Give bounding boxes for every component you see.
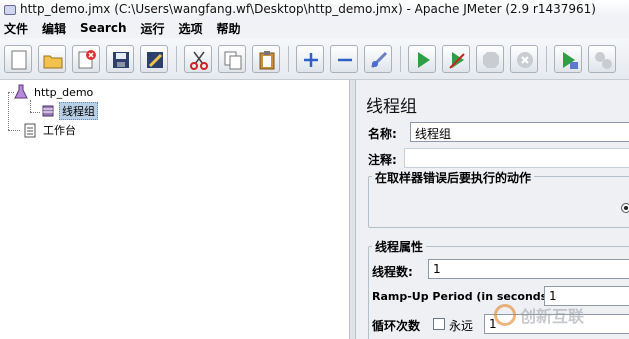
menu-options[interactable]: 选项 <box>179 20 203 37</box>
start-no-timers-icon <box>449 52 465 69</box>
collapse-icon <box>338 58 352 62</box>
toolbar <box>0 38 629 80</box>
forever-checkbox[interactable] <box>433 318 445 330</box>
jmeter-app-icon <box>2 2 16 16</box>
menu-edit[interactable]: 编辑 <box>42 20 66 37</box>
name-input[interactable]: 线程组 <box>410 122 629 142</box>
tree-item-label: 线程组 <box>59 102 98 120</box>
menu-bar: 文件 编辑 Search 运行 选项 帮助 <box>0 18 629 38</box>
toolbar-separator <box>546 46 547 72</box>
cut-icon <box>190 51 208 70</box>
spool-icon <box>40 103 56 119</box>
collapse-button[interactable] <box>330 45 358 73</box>
toolbar-separator <box>176 46 177 72</box>
open-button[interactable] <box>38 45 66 73</box>
flask-icon <box>13 84 29 100</box>
watermark-logo: 创新互联 <box>494 300 629 330</box>
menu-search[interactable]: Search <box>80 21 126 35</box>
menu-file[interactable]: 文件 <box>4 20 28 37</box>
loop-count-label: 循环次数 <box>372 319 421 333</box>
panel-title: 线程组 <box>366 97 417 117</box>
tree-item-label: 工作台 <box>43 124 76 137</box>
menu-run[interactable]: 运行 <box>140 20 164 37</box>
window-title: http_demo.jmx (C:\Users\wangfang.wf\Desk… <box>20 2 596 16</box>
tree-item-thread-group[interactable]: 线程组 <box>40 102 98 120</box>
toggle-button[interactable] <box>364 45 392 73</box>
tree-item-test-plan[interactable]: http_demo <box>0 83 95 101</box>
remote-start-button[interactable] <box>554 45 582 73</box>
tree-connector <box>30 100 31 112</box>
remote-stop-icon <box>595 52 612 69</box>
save-icon <box>113 52 129 68</box>
tree-item-label: http_demo <box>34 85 94 99</box>
save-as-button[interactable] <box>140 45 168 73</box>
watermark-text: 创新互联 <box>520 307 585 326</box>
on-error-radio[interactable] <box>621 203 629 213</box>
expand-button[interactable] <box>296 45 324 73</box>
stop-button[interactable] <box>476 45 504 73</box>
remote-start-icon <box>563 52 578 69</box>
new-button[interactable] <box>4 45 32 73</box>
shutdown-button[interactable] <box>510 45 538 73</box>
start-button[interactable] <box>408 45 436 73</box>
brand-mark-icon <box>494 304 516 326</box>
close-button[interactable] <box>72 45 100 73</box>
clipboard-icon <box>22 122 38 138</box>
shutdown-icon <box>517 52 533 68</box>
save-as-icon <box>147 52 163 68</box>
paste-button[interactable] <box>252 45 280 73</box>
toggle-icon <box>370 51 388 69</box>
threads-input[interactable]: 1 <box>428 259 629 279</box>
cut-button[interactable] <box>184 45 212 73</box>
toolbar-separator <box>288 46 289 72</box>
new-icon <box>11 50 27 70</box>
open-icon <box>43 55 63 69</box>
thread-properties-title: 线程属性 <box>372 238 427 255</box>
copy-button[interactable] <box>218 45 246 73</box>
stop-icon <box>483 52 499 68</box>
threads-label: 线程数: <box>372 265 413 279</box>
close-icon <box>78 50 96 69</box>
name-label: 名称: <box>368 127 397 141</box>
tree-connector <box>30 112 40 113</box>
expand-toggle-icon[interactable] <box>0 84 10 100</box>
on-error-title: 在取样器错误后要执行的动作 <box>372 169 535 186</box>
expand-icon <box>304 53 318 67</box>
save-button[interactable] <box>106 45 134 73</box>
comment-label: 注释: <box>368 153 397 167</box>
tree-item-workbench[interactable]: 工作台 <box>22 121 78 139</box>
test-plan-tree[interactable]: http_demo 线程组 工作台 <box>0 80 350 339</box>
comment-input[interactable] <box>404 148 629 168</box>
copy-icon <box>224 51 242 70</box>
tree-connector <box>8 130 20 131</box>
title-bar: http_demo.jmx (C:\Users\wangfang.wf\Desk… <box>0 0 629 18</box>
toolbar-separator <box>400 46 401 72</box>
remote-stop-button[interactable] <box>588 45 616 73</box>
forever-label: 永远 <box>449 319 474 333</box>
start-icon <box>418 52 430 68</box>
paste-icon <box>259 51 275 70</box>
menu-help[interactable]: 帮助 <box>217 20 241 37</box>
start-no-timers-button[interactable] <box>442 45 470 73</box>
